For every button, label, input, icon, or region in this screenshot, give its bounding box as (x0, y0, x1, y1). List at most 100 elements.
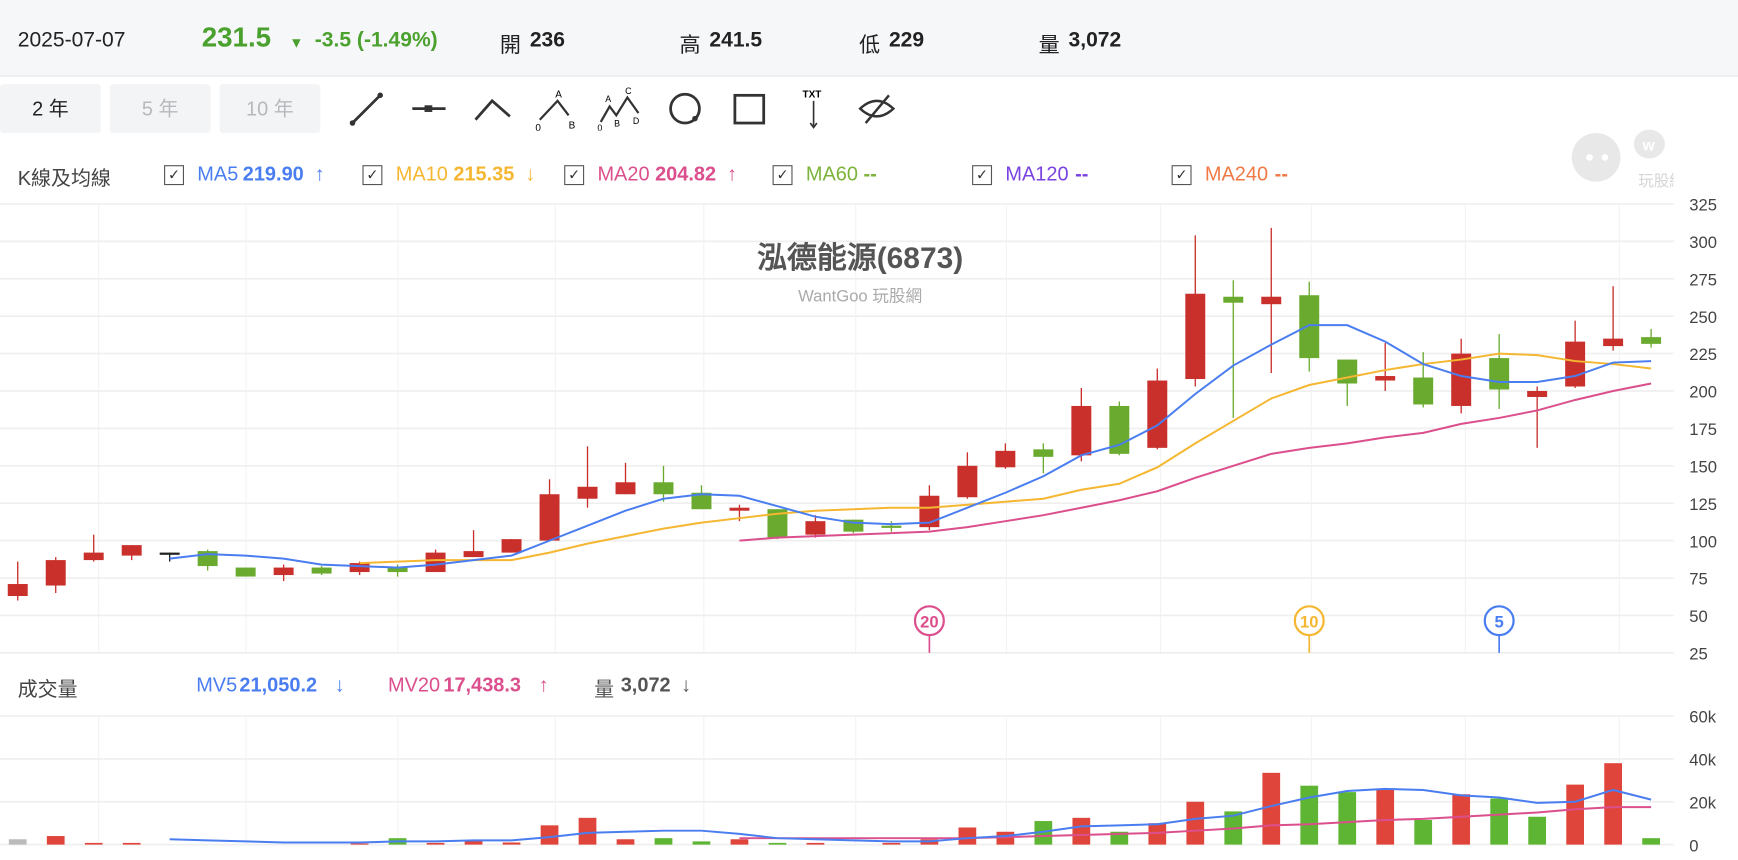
volume-axis-tick: 0 (1689, 836, 1698, 855)
price-axis-tick: 125 (1689, 495, 1717, 514)
volume-bar (692, 841, 711, 845)
volume-bar (8, 839, 27, 845)
candle-body (121, 545, 142, 556)
candle-body (1071, 405, 1092, 456)
volume-bar (768, 842, 787, 845)
candle-body (45, 560, 66, 586)
price-volume-chart[interactable]: 32530027525022520017515012510075502560k4… (0, 0, 1738, 860)
price-axis-tick: 275 (1689, 270, 1717, 289)
ma-marker: 10 (1293, 605, 1325, 653)
candlestick (577, 446, 598, 508)
price-axis-tick: 325 (1689, 196, 1717, 215)
volume-bar (350, 843, 369, 845)
candle-body (615, 482, 636, 495)
volume-bar (1262, 772, 1281, 845)
volume-bar (1072, 817, 1091, 845)
candlestick (1071, 388, 1092, 462)
candle-body (729, 507, 750, 511)
volume-bar (806, 842, 825, 845)
volume-bar (122, 842, 141, 845)
candle-body (881, 525, 902, 528)
price-axis-tick: 25 (1689, 645, 1707, 664)
volume-bar (46, 836, 65, 845)
candle-body (83, 552, 104, 561)
volume-bar (578, 817, 597, 845)
stock-chart-page: 2025-07-07 231.5 ▼ -3.5 (-1.49%) 開 236 高… (0, 0, 1738, 860)
candlestick (1033, 443, 1054, 474)
price-axis-tick: 50 (1689, 607, 1707, 626)
ma5-line (169, 324, 1652, 569)
candlestick (45, 557, 66, 594)
candlestick (311, 566, 332, 576)
ma-marker: 5 (1483, 605, 1515, 653)
price-axis-tick: 250 (1689, 308, 1717, 327)
candlestick (1489, 334, 1510, 409)
candle-body (463, 551, 484, 558)
candlestick (957, 452, 978, 499)
ma-marker: 20 (913, 605, 945, 653)
candlestick (501, 539, 522, 553)
candlestick (1337, 359, 1358, 406)
price-axis-tick: 200 (1689, 383, 1717, 402)
marker-label: 20 (920, 612, 938, 631)
candle-body (957, 465, 978, 498)
candlestick (881, 521, 902, 532)
candle-body (1185, 293, 1206, 380)
candle-body (805, 521, 826, 535)
candle-body (311, 567, 332, 574)
volume-bar (654, 838, 673, 845)
price-axis-tick: 175 (1689, 420, 1717, 439)
candle-body (273, 567, 294, 576)
candle-body (1033, 449, 1054, 457)
candlestick (1299, 281, 1320, 372)
candlestick (7, 561, 28, 601)
candlestick (83, 534, 104, 562)
candlestick (1603, 286, 1624, 351)
chart-subtitle: WantGoo 玩股網 (798, 286, 922, 305)
candle-body (425, 552, 446, 573)
candlestick (615, 462, 636, 495)
volume-axis-tick: 40k (1689, 751, 1716, 770)
chart-title: 泓德能源(6873) (757, 242, 963, 275)
price-axis-tick: 300 (1689, 233, 1717, 252)
volume-bar (1642, 838, 1660, 845)
candle-body (1337, 359, 1358, 384)
candlestick (1223, 280, 1244, 418)
candle-body (159, 552, 180, 555)
candle-body (1223, 296, 1244, 303)
candle-body (235, 567, 256, 577)
price-axis-tick: 150 (1689, 457, 1717, 476)
volume-bar (1414, 819, 1433, 845)
candlestick (653, 465, 674, 502)
volume-bar (616, 839, 635, 845)
candle-body (1603, 338, 1624, 347)
candle-body (7, 584, 28, 596)
candlestick (539, 479, 560, 541)
candle-body (1261, 296, 1282, 305)
price-axis-tick: 75 (1689, 570, 1707, 589)
volume-axis-tick: 60k (1689, 708, 1716, 727)
candlestick (463, 530, 484, 558)
candle-body (577, 486, 598, 499)
volume-bar (1490, 798, 1509, 845)
candlestick (1147, 368, 1168, 450)
candlestick (995, 443, 1016, 469)
volume-bar (1338, 792, 1357, 845)
volume-bar (84, 842, 103, 845)
marker-label: 10 (1300, 612, 1318, 631)
candle-body (1527, 390, 1548, 397)
volume-bar (502, 842, 521, 845)
candle-body (1413, 377, 1434, 405)
volume-bar (1186, 801, 1205, 845)
volume-bar (1528, 816, 1547, 845)
volume-bar (730, 839, 749, 845)
candle-body (501, 539, 522, 553)
candlestick (1185, 235, 1206, 387)
candle-body (1641, 337, 1662, 344)
volume-bar (1604, 763, 1622, 845)
candle-body (995, 450, 1016, 468)
volume-bar (882, 842, 901, 845)
marker-label: 5 (1495, 612, 1504, 631)
candle-body (653, 482, 674, 495)
candle-body (1299, 295, 1320, 359)
